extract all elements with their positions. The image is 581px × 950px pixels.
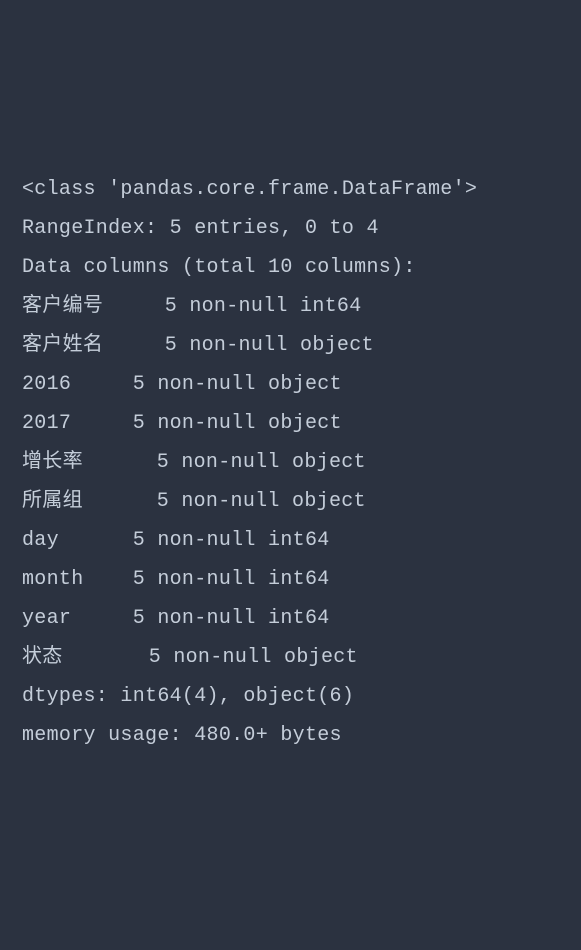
output-line-column-2016: 2016 5 non-null object xyxy=(22,365,559,404)
output-line-column-group: 所属组 5 non-null object xyxy=(22,482,559,521)
output-line-range-index: RangeIndex: 5 entries, 0 to 4 xyxy=(22,209,559,248)
output-line-column-status: 状态 5 non-null object xyxy=(22,638,559,677)
output-line-column-month: month 5 non-null int64 xyxy=(22,560,559,599)
output-line-class-header: <class 'pandas.core.frame.DataFrame'> xyxy=(22,170,559,209)
output-line-column-growth-rate: 增长率 5 non-null object xyxy=(22,443,559,482)
output-line-data-columns-header: Data columns (total 10 columns): xyxy=(22,248,559,287)
output-line-dtypes: dtypes: int64(4), object(6) xyxy=(22,677,559,716)
output-line-column-customer-id: 客户编号 5 non-null int64 xyxy=(22,287,559,326)
output-line-column-year: year 5 non-null int64 xyxy=(22,599,559,638)
output-line-memory-usage: memory usage: 480.0+ bytes xyxy=(22,716,559,755)
output-line-column-2017: 2017 5 non-null object xyxy=(22,404,559,443)
output-line-column-day: day 5 non-null int64 xyxy=(22,521,559,560)
output-line-column-customer-name: 客户姓名 5 non-null object xyxy=(22,326,559,365)
